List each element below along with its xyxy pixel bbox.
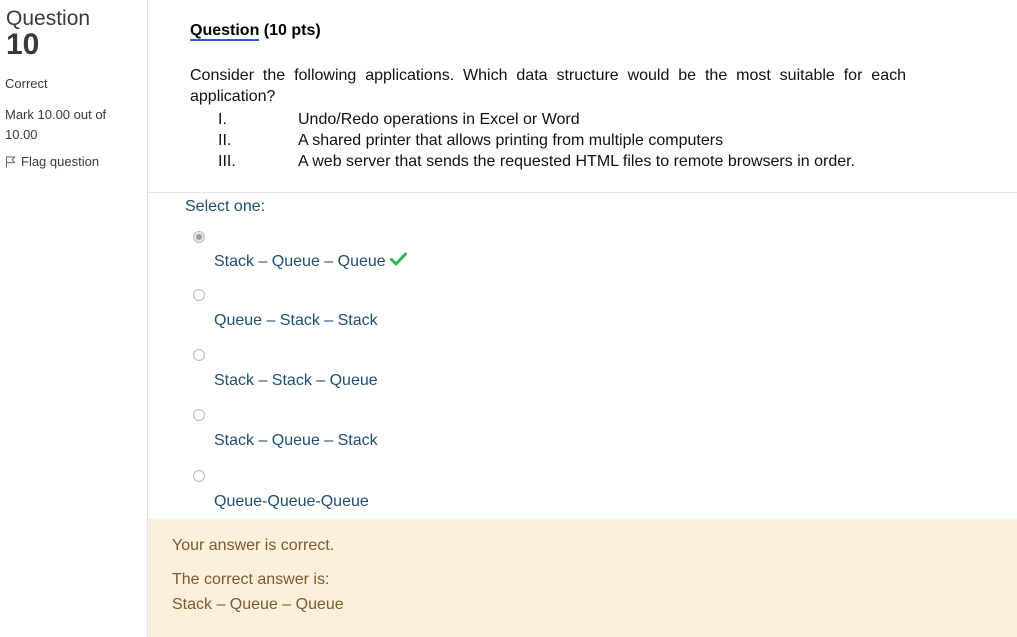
- radio-button-selected[interactable]: [193, 231, 205, 243]
- feedback-status: Your answer is correct.: [172, 537, 335, 554]
- list-item: II. A shared printer that allows printin…: [218, 130, 855, 151]
- list-item: III. A web server that sends the request…: [218, 151, 855, 172]
- list-item-text: Undo/Redo operations in Excel or Word: [298, 111, 580, 128]
- question-number: 10: [6, 28, 40, 61]
- answer-option-label: Stack – Queue – Queue: [214, 252, 407, 271]
- question-state: Correct: [5, 76, 48, 91]
- radio-button[interactable]: [193, 409, 205, 421]
- list-item: I. Undo/Redo operations in Excel or Word: [218, 109, 855, 130]
- question-header-title: Question: [190, 22, 260, 41]
- answer-option-text: Queue-Queue-Queue: [214, 493, 369, 510]
- check-icon: [389, 252, 407, 271]
- question-header: Question (10 pts): [190, 22, 321, 41]
- flag-question-label: Flag question: [21, 154, 100, 169]
- application-list: I. Undo/Redo operations in Excel or Word…: [218, 109, 855, 172]
- answer-option-text: Stack – Stack – Queue: [214, 372, 378, 389]
- answer-option-text: Stack – Queue – Queue: [214, 252, 386, 270]
- correct-answer-text: Stack – Queue – Queue: [172, 596, 344, 613]
- flag-icon: [5, 156, 16, 168]
- answer-option-text: Stack – Queue – Stack: [214, 432, 378, 449]
- question-body: Consider the following applications. Whi…: [190, 67, 906, 105]
- flag-question-link[interactable]: Flag question: [5, 154, 99, 169]
- feedback-panel: Your answer is correct. The correct answ…: [148, 519, 1017, 637]
- list-item-number: III.: [218, 153, 236, 170]
- list-item-number: I.: [218, 111, 227, 128]
- question-info-panel: Question 10 Correct Mark 10.00 out of 10…: [0, 0, 148, 637]
- list-item-text: A shared printer that allows printing fr…: [298, 132, 724, 149]
- question-text-area: Question (10 pts) Consider the following…: [148, 0, 1017, 193]
- radio-button[interactable]: [193, 470, 205, 482]
- correct-answer-intro: The correct answer is:: [172, 571, 330, 588]
- list-item-number: II.: [218, 132, 232, 149]
- answer-option-text: Queue – Stack – Stack: [214, 312, 378, 329]
- radio-button[interactable]: [193, 349, 205, 361]
- list-item-text: A web server that sends the requested HT…: [298, 153, 855, 170]
- question-header-points: (10 pts): [259, 22, 321, 39]
- question-grade: Mark 10.00 out of 10.00: [5, 107, 107, 142]
- select-one-prompt: Select one:: [185, 198, 266, 215]
- radio-button[interactable]: [193, 289, 205, 301]
